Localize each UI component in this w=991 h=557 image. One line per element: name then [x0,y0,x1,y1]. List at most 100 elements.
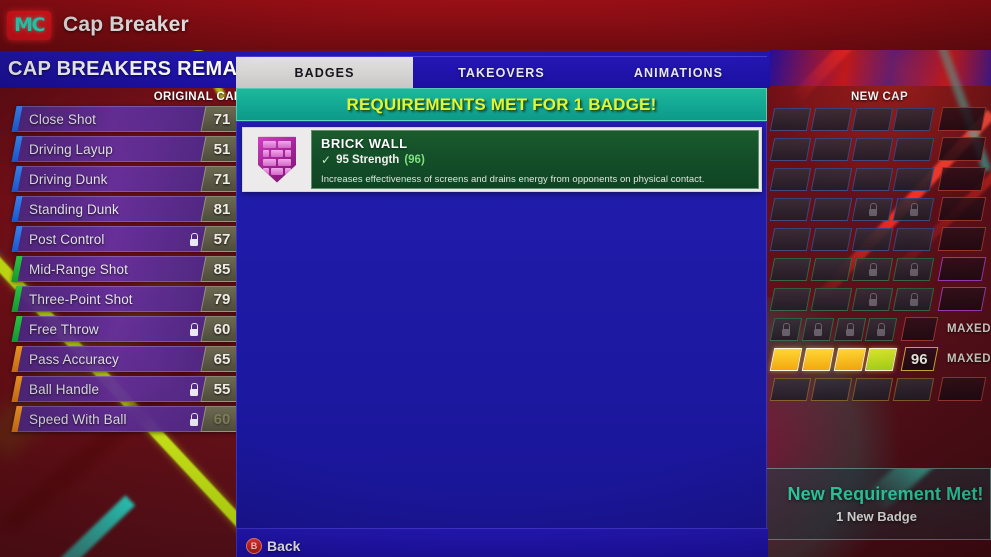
cap-progression-row[interactable] [768,106,991,132]
attribute-value: 55 [213,380,231,398]
cap-pip[interactable] [769,257,812,281]
cap-pip[interactable] [769,317,803,341]
cap-progression-row[interactable] [768,166,991,192]
lock-icon [876,323,887,336]
badges-modal: BADGES TAKEOVERS ANIMATIONS REQUIREMENTS… [236,56,768,557]
cap-pip[interactable] [769,287,812,311]
tab-badges[interactable]: BADGES [236,57,413,88]
attribute-row[interactable]: Driving Dunk 71 [11,166,244,192]
attribute-row[interactable]: Mid-Range Shot 85 [11,256,244,282]
cap-pip[interactable] [810,107,853,131]
cap-progression-row[interactable]: MAXED [768,316,991,342]
cap-pip[interactable] [769,107,812,131]
cap-pip[interactable] [892,167,935,191]
attribute-value: 85 [213,260,231,278]
attribute-value: 51 [213,140,231,158]
attribute-name: Free Throw [29,321,99,337]
attribute-lock-slot [188,412,199,426]
attribute-row[interactable]: Standing Dunk 81 [11,196,244,222]
new-cap-box [937,227,987,251]
cap-pip[interactable] [769,197,812,221]
toast-subtext: 1 New Badge [836,509,917,524]
attribute-name: Driving Dunk [29,171,108,187]
cap-pip[interactable] [810,137,853,161]
attribute-row[interactable]: Post Control 57 [11,226,244,252]
cap-progression-row[interactable] [768,136,991,162]
back-button-label: Back [267,537,301,554]
cap-pip[interactable] [865,347,898,371]
cap-pip[interactable] [810,377,853,401]
cap-progression-row[interactable] [768,376,991,402]
new-cap-box: 96 [900,347,939,371]
cap-pip[interactable] [810,197,853,221]
cap-pip[interactable] [851,377,894,401]
cap-pip[interactable] [769,167,812,191]
cap-pip[interactable] [851,287,894,311]
cap-progression-row[interactable] [768,256,991,282]
cap-pip[interactable] [810,227,853,251]
badge-card[interactable]: BRICK WALL ✓ 95 Strength (96) Increases … [242,127,762,192]
cap-pip[interactable] [851,107,894,131]
cap-pip[interactable] [851,167,894,191]
attribute-name: Post Control [29,231,105,247]
new-cap-box [937,257,987,281]
cap-pip[interactable] [865,317,898,341]
attribute-lock-slot [188,322,199,336]
lock-icon [188,382,199,396]
cap-pip[interactable] [851,137,894,161]
attribute-name: Three-Point Shot [29,291,133,307]
attribute-value: 81 [213,200,231,218]
cap-pip[interactable] [833,317,866,341]
cap-pip[interactable] [892,107,935,131]
attribute-name: Standing Dunk [29,201,119,217]
cap-pip[interactable] [769,347,803,371]
cap-pip[interactable] [851,227,894,251]
cap-progression-row[interactable]: 96 MAXED [768,346,991,372]
tab-animations[interactable]: ANIMATIONS [590,57,767,88]
attribute-value: 71 [213,170,231,188]
cap-progression-row[interactable] [768,286,991,312]
attribute-row[interactable]: Close Shot 71 [11,106,244,132]
badge-description: Increases effectiveness of screens and d… [321,174,705,185]
cap-pip[interactable] [801,347,834,371]
lock-icon [867,263,878,276]
cap-pip[interactable] [810,287,853,311]
new-cap-box [900,317,939,341]
cap-pip[interactable] [892,257,935,281]
attribute-value: 79 [213,290,231,308]
badge-requirement-text: 95 Strength [336,154,400,166]
cap-progression-row[interactable] [768,196,991,222]
tab-takeovers[interactable]: TAKEOVERS [413,57,590,88]
cap-pip[interactable] [810,257,853,281]
cap-pip[interactable] [833,347,866,371]
back-button[interactable]: B Back [246,537,301,554]
cap-progression-list: NEW CAP MAXED 96 MAXED [768,88,991,406]
lock-icon [867,293,878,306]
cap-pip[interactable] [851,197,894,221]
cap-pip[interactable] [851,257,894,281]
cap-pip[interactable] [892,137,935,161]
badge-icon-slot [243,128,311,191]
new-cap-box [937,107,987,131]
cap-pip[interactable] [801,317,834,341]
cap-pip[interactable] [810,167,853,191]
mc-logo-text: MC [14,14,45,36]
attribute-row[interactable]: Free Throw 60 [11,316,244,342]
attribute-row[interactable]: Three-Point Shot 79 [11,286,244,312]
cap-pip[interactable] [769,227,812,251]
cap-pip[interactable] [769,137,812,161]
cap-pip[interactable] [892,287,935,311]
maxed-status: MAXED [946,323,991,335]
cap-progression-row[interactable] [768,226,991,252]
cap-pip[interactable] [892,227,935,251]
cap-pip[interactable] [769,377,812,401]
attribute-row[interactable]: Speed With Ball 60 [11,406,244,432]
attribute-value: 60 [213,410,231,428]
cap-pip[interactable] [892,377,935,401]
app-header: MC Cap Breaker [0,0,991,50]
attribute-row[interactable]: Driving Layup 51 [11,136,244,162]
cap-pip[interactable] [892,197,935,221]
modal-body: BRICK WALL ✓ 95 Strength (96) Increases … [236,121,768,557]
attribute-row[interactable]: Pass Accuracy 65 [11,346,244,372]
attribute-row[interactable]: Ball Handle 55 [11,376,244,402]
